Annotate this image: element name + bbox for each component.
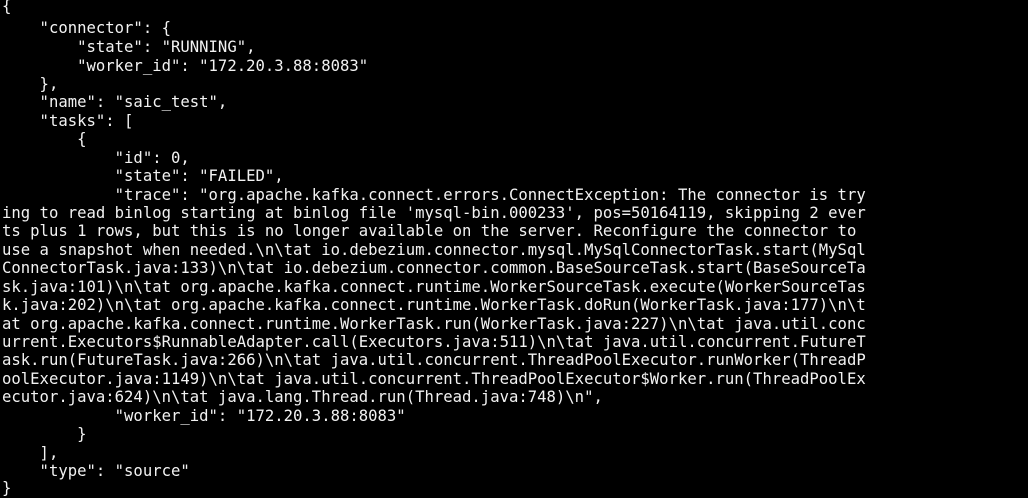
terminal-line: k.java:202)\n\tat org.apache.kafka.conne… [2, 296, 866, 315]
terminal-line: "name": "saic_test", [2, 93, 228, 112]
terminal-line: "trace": "org.apache.kafka.connect.error… [2, 186, 866, 205]
terminal-line: ts plus 1 rows, but this is no longer av… [2, 222, 857, 241]
terminal-line: } [2, 479, 12, 497]
terminal-output[interactable]: { "connector": { "state": "RUNNING", "wo… [0, 0, 1028, 498]
terminal-line: "type": "source" [2, 462, 190, 481]
terminal-line: ecutor.java:624)\n\tat java.lang.Thread.… [2, 388, 603, 407]
terminal-line: ask.run(FutureTask.java:266)\n\tat java.… [2, 351, 866, 370]
terminal-line: "connector": { [2, 19, 171, 38]
terminal-line: "state": "RUNNING", [2, 38, 256, 57]
terminal-line: "worker_id": "172.20.3.88:8083" [2, 407, 406, 426]
terminal-line: at org.apache.kafka.connect.runtime.Work… [2, 315, 866, 334]
terminal-line: urrent.Executors$RunnableAdapter.call(Ex… [2, 333, 866, 352]
terminal-line: use a snapshot when needed.\n\tat io.deb… [2, 241, 866, 260]
terminal-line: "worker_id": "172.20.3.88:8083" [2, 57, 369, 76]
terminal-line: "tasks": [ [2, 112, 134, 131]
terminal-line: ing to read binlog starting at binlog fi… [2, 204, 866, 223]
terminal-line: ], [2, 444, 59, 463]
terminal-line: "id": 0, [2, 149, 190, 168]
terminal-line: } [2, 425, 87, 444]
terminal-line: sk.java:101)\n\tat org.apache.kafka.conn… [2, 278, 866, 297]
terminal-line: { [2, 0, 12, 15]
terminal-line: ConnectorTask.java:133)\n\tat io.debeziu… [2, 259, 866, 278]
terminal-line: oolExecutor.java:1149)\n\tat java.util.c… [2, 370, 866, 389]
terminal-line: }, [2, 75, 59, 94]
terminal-line: { [2, 130, 87, 149]
terminal-line: "state": "FAILED", [2, 167, 284, 186]
